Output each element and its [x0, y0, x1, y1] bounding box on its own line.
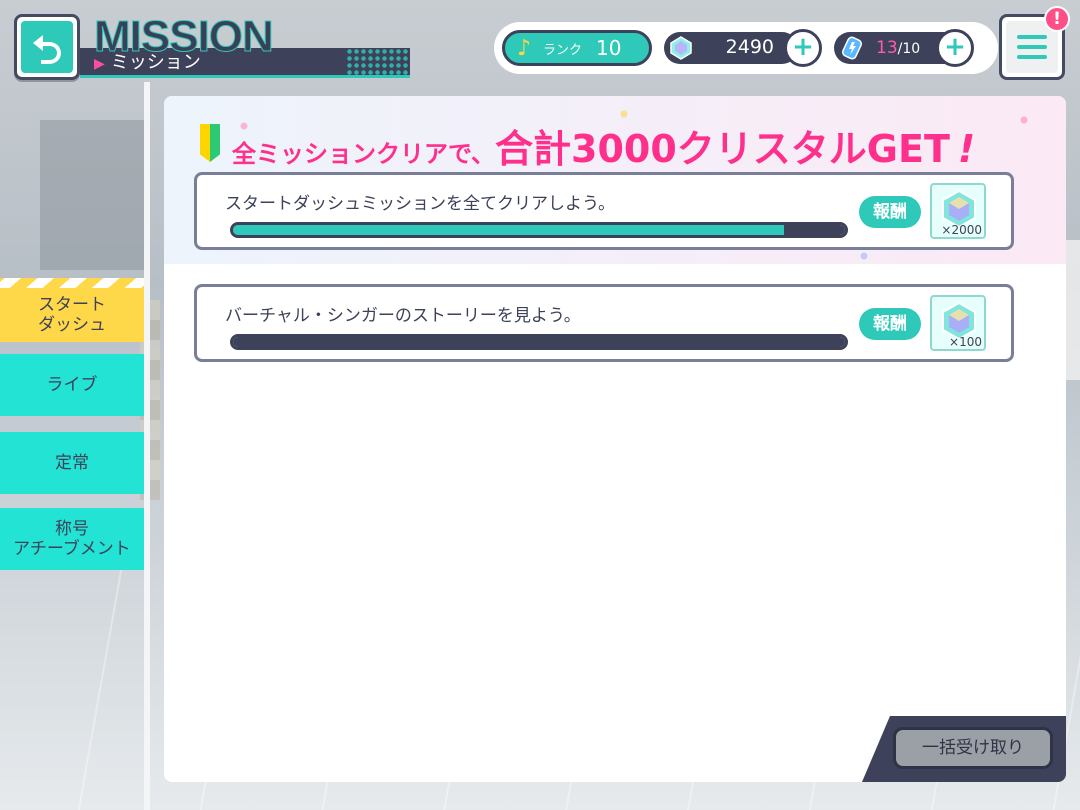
- reward-label: 報酬: [859, 308, 921, 340]
- mission-description: スタートダッシュミッションを全てクリアしよう。: [225, 194, 615, 214]
- energy-value: 13/10: [876, 38, 920, 58]
- banner-exclamation: !: [957, 127, 976, 171]
- status-bar: ♪ ランク 10 2490 + 13/10 +: [494, 22, 998, 74]
- tab-achievement[interactable]: 称号 アチーブメント: [0, 508, 144, 570]
- sidebar-divider: [144, 82, 150, 810]
- mission-progress-fill: [233, 225, 784, 235]
- mission-description: バーチャル・シンガーのストーリーを見よう。: [225, 306, 581, 326]
- tab-label: アチーブメント: [13, 539, 131, 559]
- page-title: MISSION: [94, 12, 275, 62]
- rank-indicator[interactable]: ♪ ランク 10: [502, 30, 652, 66]
- dot-pattern: [346, 48, 410, 78]
- claim-all-button[interactable]: 一括受け取り: [893, 727, 1053, 769]
- banner-title: 全ミッションクリアで、 合計3000クリスタルGET !: [200, 118, 976, 171]
- background-panel: [40, 120, 150, 270]
- rank-value: 10: [596, 36, 622, 60]
- banner-text-large: 合計3000クリスタルGET: [495, 127, 950, 171]
- music-note-icon: ♪: [516, 35, 532, 61]
- energy-current: 13: [876, 38, 898, 58]
- tab-label: 称号: [54, 519, 89, 539]
- add-crystals-button[interactable]: +: [784, 29, 822, 67]
- energy-max: /10: [897, 41, 921, 57]
- mission-card[interactable]: スタートダッシュミッションを全てクリアしよう。 報酬 ×2000: [194, 172, 1014, 250]
- tab-label: スタート: [38, 295, 106, 315]
- tab-live[interactable]: ライブ: [0, 354, 144, 416]
- tab-regular[interactable]: 定常: [0, 432, 144, 494]
- background-panel: [1065, 240, 1080, 380]
- page-title-block: ▶ ミッション MISSION: [80, 10, 410, 82]
- back-button[interactable]: [14, 14, 80, 80]
- beginner-mark-icon: [200, 124, 220, 162]
- crystal-icon: [670, 36, 692, 60]
- reward-quantity: ×2000: [941, 223, 982, 237]
- tab-label: ライブ: [46, 375, 98, 395]
- crystal-count: 2490: [725, 36, 774, 58]
- crystal-counter: 2490: [664, 32, 798, 64]
- tab-label: 定常: [55, 453, 89, 473]
- alert-badge: !: [1044, 6, 1070, 32]
- mission-progress-bar: [230, 222, 848, 238]
- banner-text-small: 全ミッションクリアで、: [232, 140, 496, 168]
- rank-label: ランク: [543, 42, 583, 58]
- reward-item[interactable]: ×2000: [930, 183, 986, 239]
- back-arrow-icon: [33, 35, 61, 64]
- reward-item[interactable]: ×100: [930, 295, 986, 351]
- tab-start-dash[interactable]: スタート ダッシュ: [0, 278, 144, 342]
- add-energy-button[interactable]: +: [936, 29, 974, 67]
- energy-drink-icon: [841, 36, 863, 60]
- mission-card[interactable]: バーチャル・シンガーのストーリーを見よう。 報酬 ×100: [194, 284, 1014, 362]
- mission-panel: 全ミッションクリアで、 合計3000クリスタルGET ! スタートダッシュミッシ…: [164, 96, 1066, 782]
- mission-progress-bar: [230, 334, 848, 350]
- reward-quantity: ×100: [949, 335, 982, 349]
- reward-label: 報酬: [859, 196, 921, 228]
- tab-label: ダッシュ: [38, 315, 106, 335]
